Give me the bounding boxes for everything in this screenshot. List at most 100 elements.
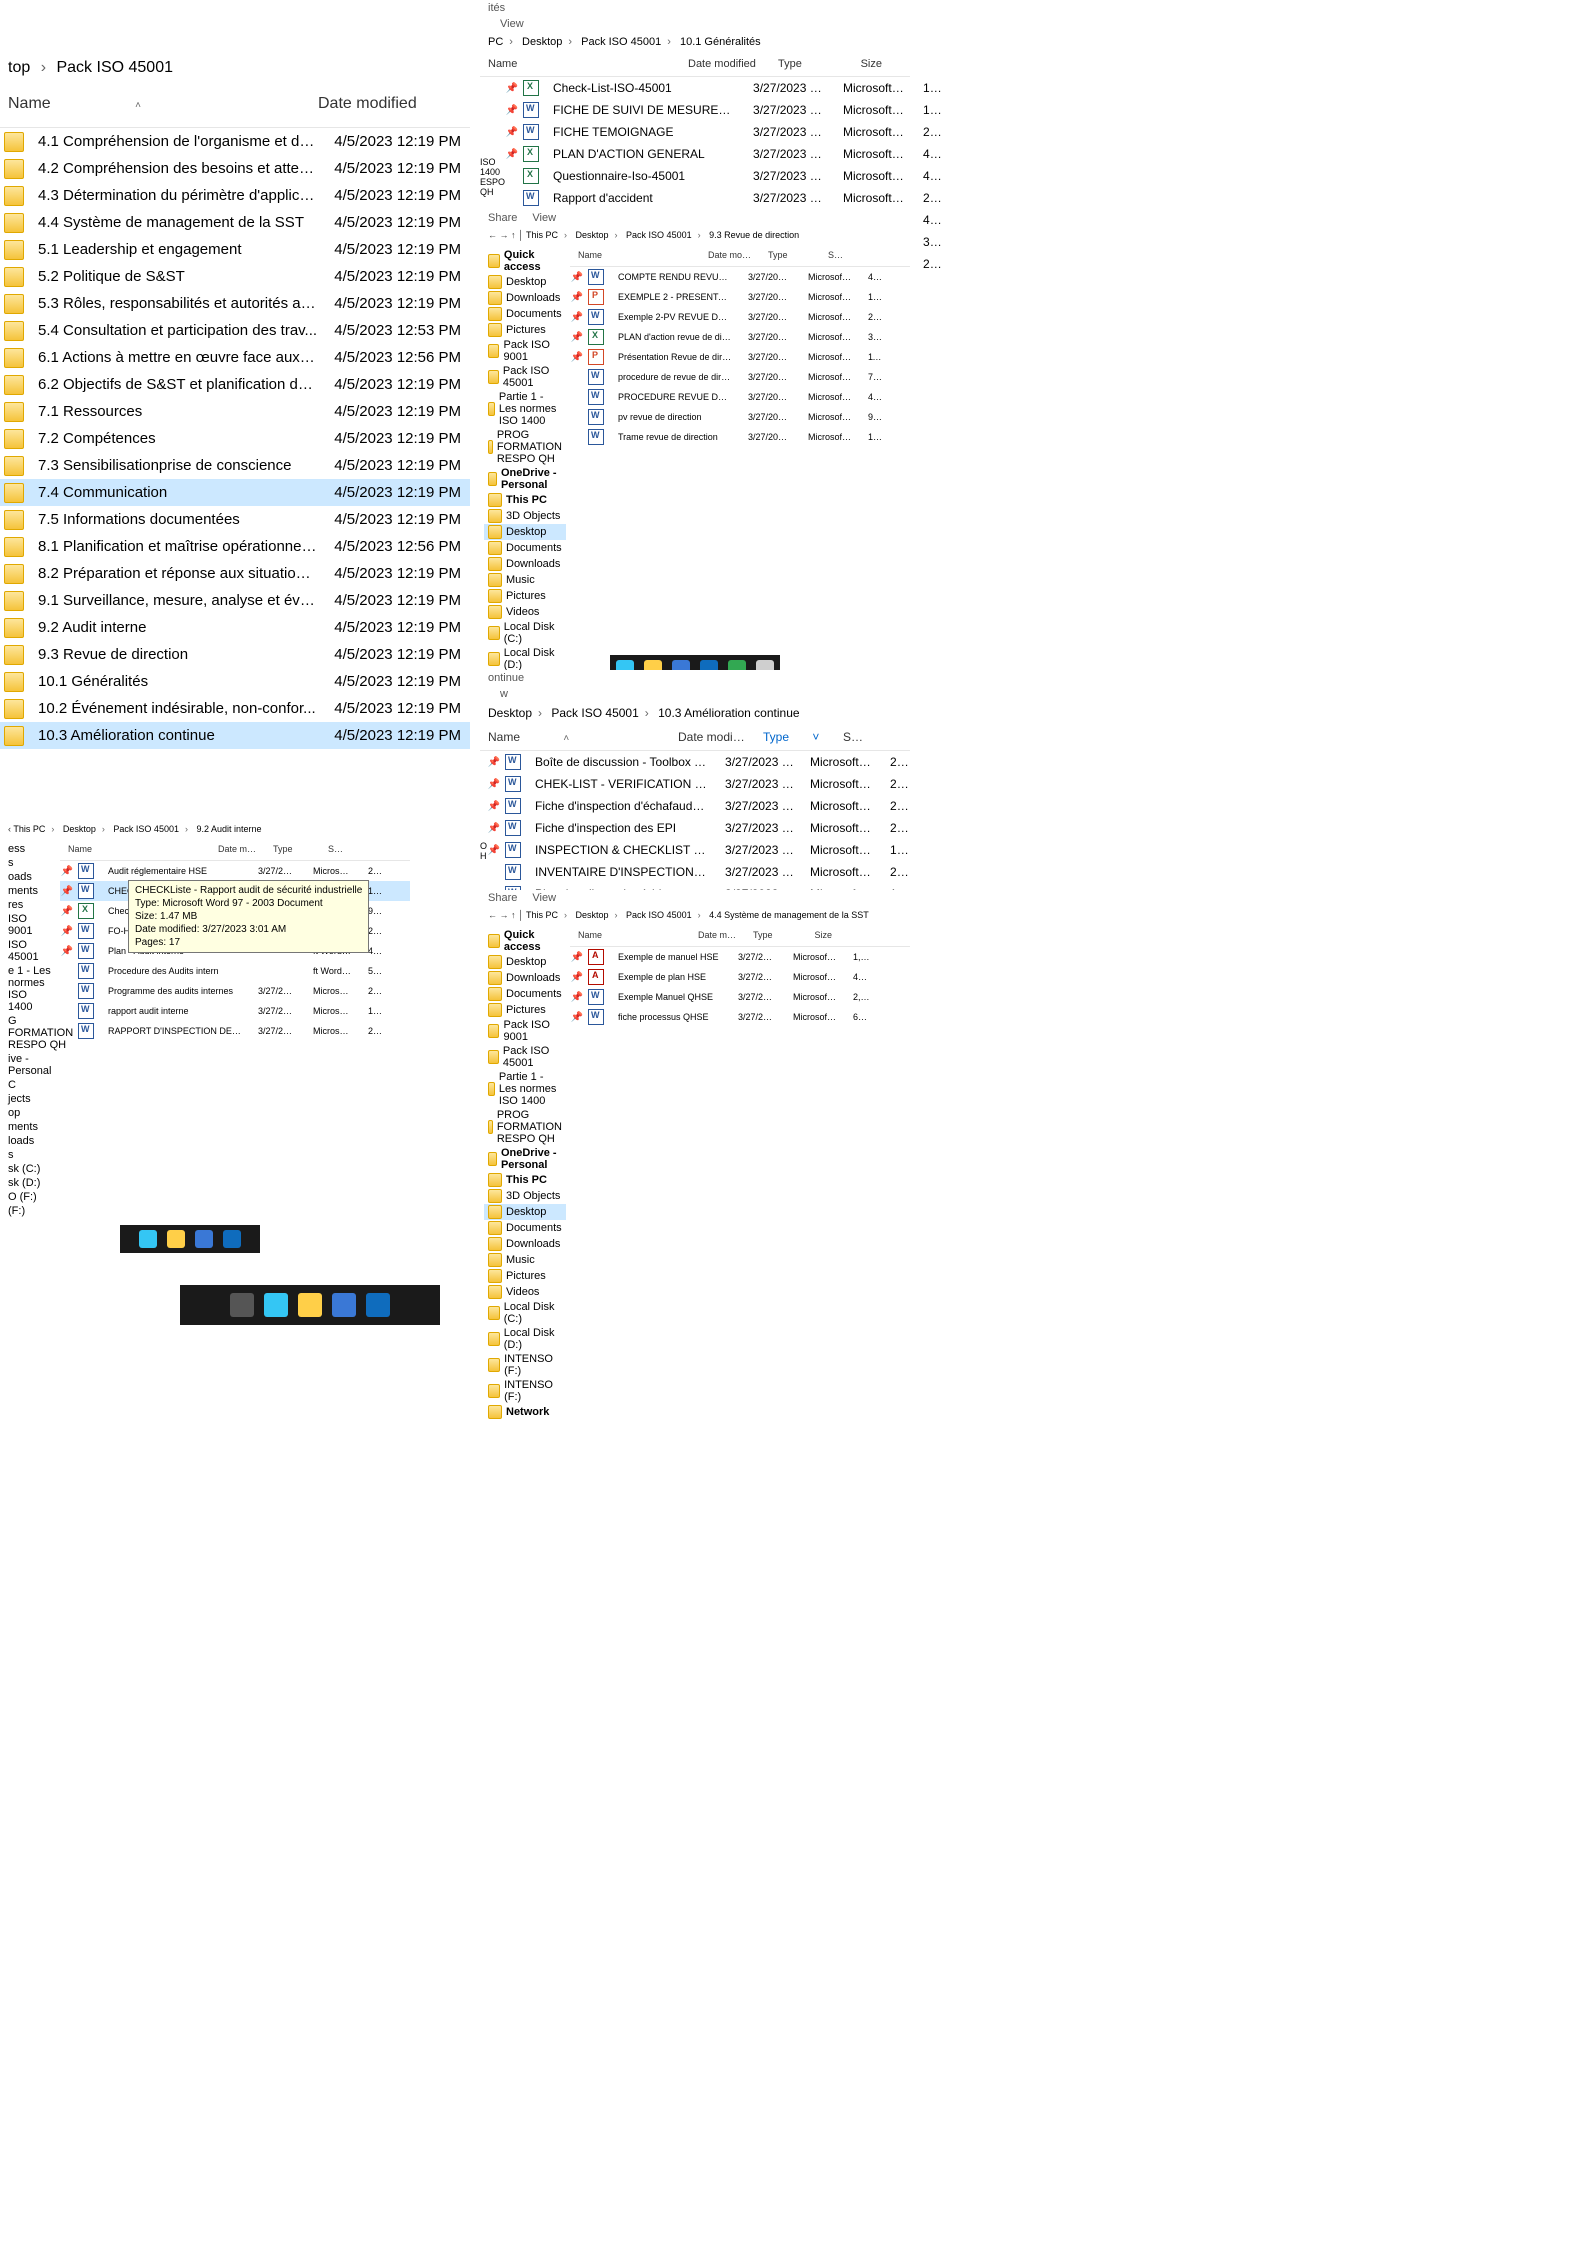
store-icon[interactable]: [195, 1230, 213, 1248]
nav-item-fragment[interactable]: (F:): [4, 1204, 56, 1218]
nav-item[interactable]: Network: [484, 1404, 566, 1420]
nav-item[interactable]: Documents: [484, 986, 566, 1002]
folder-row[interactable]: 5.4 Consultation et participation des tr…: [0, 317, 470, 344]
nav-item[interactable]: Desktop: [484, 954, 566, 970]
file-row[interactable]: 📌 Fiche d'inspection d'échafaudage 3/27/…: [487, 795, 917, 817]
nav-item-fragment[interactable]: G FORMATION RESPO QH: [4, 1014, 56, 1052]
folder-row[interactable]: 4.3 Détermination du périmètre d'applica…: [0, 182, 470, 209]
file-row[interactable]: 📌 Exemple de plan HSE 3/27/2023 3:01 AM …: [570, 967, 910, 987]
nav-item[interactable]: Music: [484, 572, 566, 588]
nav-item-fragment[interactable]: s: [4, 1148, 56, 1162]
nav-item[interactable]: Downloads: [484, 970, 566, 986]
nav-item[interactable]: Quick access: [484, 248, 566, 274]
nav-item[interactable]: Pack ISO 45001: [484, 1044, 566, 1070]
nav-item[interactable]: Partie 1 - Les normes ISO 1400: [484, 1070, 566, 1108]
folder-row[interactable]: 9.1 Surveillance, mesure, analyse et éva…: [0, 587, 470, 614]
folder-row[interactable]: 4.2 Compréhension des besoins et attent.…: [0, 155, 470, 182]
tab-view[interactable]: w: [500, 688, 508, 700]
tab-view[interactable]: View: [532, 892, 556, 904]
nav-tree[interactable]: Quick accessDesktopDownloadsDocumentsPic…: [480, 244, 570, 744]
nav-item-fragment[interactable]: C: [4, 1078, 56, 1092]
file-explorer-icon[interactable]: [167, 1230, 185, 1248]
file-row[interactable]: 📌 Exemple Manuel QHSE 3/27/2023 3:01 AM …: [570, 987, 910, 1007]
nav-item[interactable]: 3D Objects: [484, 1188, 566, 1204]
nav-item[interactable]: Pictures: [484, 322, 566, 338]
nav-item[interactable]: Local Disk (C:): [484, 1300, 566, 1326]
tab-view[interactable]: View: [532, 212, 556, 224]
nav-item[interactable]: Pictures: [484, 1002, 566, 1018]
column-type[interactable]: Type: [745, 928, 805, 942]
file-row[interactable]: 📌 Check-List-ISO-45001 3/27/2023 3:01 AM…: [505, 77, 955, 99]
nav-item-fragment[interactable]: e 1 - Les normes ISO 1400: [4, 964, 56, 1014]
file-row[interactable]: Programme des audits internes 3/27/2023 …: [60, 981, 410, 1001]
folder-row[interactable]: 7.2 Compétences 4/5/2023 12:19 PM: [0, 425, 470, 452]
nav-item-fragment[interactable]: res: [4, 898, 56, 912]
folder-row[interactable]: 5.3 Rôles, responsabilités et autorités …: [0, 290, 470, 317]
nav-item[interactable]: Pack ISO 45001: [484, 364, 566, 390]
edge-icon[interactable]: [139, 1230, 157, 1248]
file-row[interactable]: 📌 Exemple de manuel HSE 3/27/2023 3:01 A…: [570, 947, 910, 967]
file-row[interactable]: 📌 fiche processus QHSE 3/27/2023 3:01 AM…: [570, 1007, 910, 1027]
file-row[interactable]: PROCEDURE REVUE DE DIRECTION 3/27/2023 3…: [570, 387, 910, 407]
nav-item[interactable]: Pack ISO 9001: [484, 338, 566, 364]
folder-row[interactable]: 10.3 Amélioration continue 4/5/2023 12:1…: [0, 722, 470, 749]
column-name[interactable]: Name ˄: [0, 91, 310, 117]
taskbar[interactable]: [180, 1285, 440, 1325]
column-date[interactable]: Date modified: [680, 56, 770, 72]
column-type[interactable]: Type: [265, 842, 320, 856]
nav-item[interactable]: INTENSO (F:): [484, 1378, 566, 1404]
breadcrumb[interactable]: PC› Desktop› Pack ISO 45001› 10.1 Généra…: [480, 32, 910, 52]
nav-item[interactable]: OneDrive - Personal: [484, 466, 566, 492]
column-date[interactable]: Date modified: [310, 91, 460, 117]
column-date[interactable]: Date modified: [690, 928, 745, 942]
column-size[interactable]: Size: [820, 248, 850, 262]
file-row[interactable]: pv revue de direction 3/27/2023 3:01 AM …: [570, 407, 910, 427]
tab-share[interactable]: Share: [488, 892, 517, 904]
nav-item-fragment[interactable]: ess: [4, 842, 56, 856]
file-row[interactable]: 📌 Présentation Revue de direction SST 3/…: [570, 347, 910, 367]
nav-item-fragment[interactable]: ive - Personal: [4, 1052, 56, 1078]
nav-item-fragment[interactable]: ments: [4, 884, 56, 898]
nav-item[interactable]: 3D Objects: [484, 508, 566, 524]
nav-item-fragment[interactable]: jects: [4, 1092, 56, 1106]
nav-item[interactable]: Quick access: [484, 928, 566, 954]
nav-item-fragment[interactable]: op: [4, 1106, 56, 1120]
nav-item[interactable]: Partie 1 - Les normes ISO 1400: [484, 390, 566, 428]
nav-item[interactable]: Documents: [484, 306, 566, 322]
nav-item[interactable]: Pictures: [484, 588, 566, 604]
column-type[interactable]: Type: [760, 248, 820, 262]
file-row[interactable]: 📌 Audit réglementaire HSE 3/27/2023 3:01…: [60, 861, 410, 881]
file-row[interactable]: 📌 Fiche d'inspection des EPI 3/27/2023 3…: [487, 817, 917, 839]
store-icon[interactable]: [332, 1293, 356, 1317]
column-name[interactable]: Name: [570, 248, 700, 262]
crumb[interactable]: top: [8, 59, 30, 76]
column-type[interactable]: Type ˅: [755, 728, 835, 746]
nav-item[interactable]: Videos: [484, 604, 566, 620]
nav-item[interactable]: Pack ISO 9001: [484, 1018, 566, 1044]
folder-row[interactable]: 10.1 Généralités 4/5/2023 12:19 PM: [0, 668, 470, 695]
column-date[interactable]: Date modified: [670, 728, 755, 746]
folder-row[interactable]: 4.1 Compréhension de l'organisme et de .…: [0, 128, 470, 155]
file-row[interactable]: Trame revue de direction 3/27/2023 3:01 …: [570, 427, 910, 447]
column-date[interactable]: Date modified: [700, 248, 760, 262]
file-row[interactable]: rapport audit interne 3/27/2023 3:01 AM …: [60, 1001, 410, 1021]
folder-row[interactable]: 6.2 Objectifs de S&ST et planification d…: [0, 371, 470, 398]
file-row[interactable]: 📌 COMPTE RENDU REVUE DE DIRECTION 3/27/2…: [570, 267, 910, 287]
nav-item[interactable]: Music: [484, 1252, 566, 1268]
nav-item-fragment[interactable]: loads: [4, 1134, 56, 1148]
task-view-icon[interactable]: [230, 1293, 254, 1317]
mail-icon[interactable]: [223, 1230, 241, 1248]
column-size[interactable]: Size: [835, 728, 870, 746]
file-row[interactable]: Procedure des Audits intern ft Word 9...…: [60, 961, 410, 981]
breadcrumb[interactable]: Desktop› Pack ISO 45001› 10.3 Améliorati…: [480, 702, 910, 724]
file-row[interactable]: 📌 CHEK-LIST - VERIFICATION DE CONFOR... …: [487, 773, 917, 795]
nav-item[interactable]: This PC: [484, 1172, 566, 1188]
nav-item-fragment[interactable]: sk (D:): [4, 1176, 56, 1190]
nav-item-fragment[interactable]: O (F:): [4, 1190, 56, 1204]
column-size[interactable]: Size: [320, 842, 350, 856]
file-row[interactable]: Rapport d'accident 3/27/2023 3:01 AM Mic…: [505, 187, 955, 209]
file-row[interactable]: RAPPORT D'INSPECTION DES LIEUX DE T... 3…: [60, 1021, 410, 1041]
mail-icon[interactable]: [366, 1293, 390, 1317]
folder-row[interactable]: 9.3 Revue de direction 4/5/2023 12:19 PM: [0, 641, 470, 668]
column-name[interactable]: Name: [60, 842, 210, 856]
